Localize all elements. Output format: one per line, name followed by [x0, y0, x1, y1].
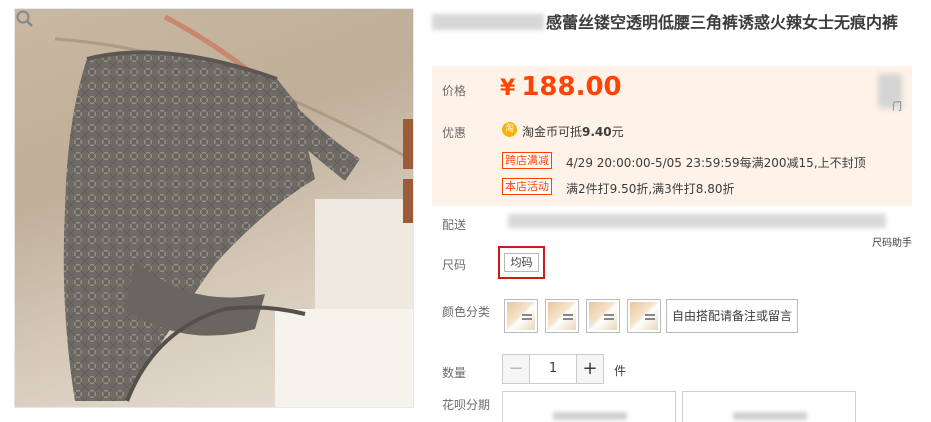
price-promo-box: 价格 ¥188.00 门 优惠 淘 淘金币可抵9.40元 跨店满减 4/29 2… — [432, 66, 912, 206]
product-main-image — [14, 8, 414, 408]
coin-offer-unit: 元 — [611, 125, 624, 139]
swatch-image — [589, 302, 617, 330]
coin-offer-text: 淘金币可抵9.40元 — [522, 123, 624, 140]
color-swatch[interactable] — [627, 299, 661, 333]
installment-redacted — [733, 412, 807, 420]
size-helper-link[interactable]: 尺码助手 — [872, 234, 912, 249]
currency-symbol: ¥ — [500, 76, 516, 101]
title-redacted-block — [432, 14, 544, 30]
quantity-label: 数量 — [442, 366, 467, 380]
color-label: 颜色分类 — [442, 305, 491, 319]
color-swatch[interactable] — [545, 299, 579, 333]
store-event-text: 满2件打9.50折,满3件打8.80折 — [566, 182, 735, 196]
promo-label: 优惠 — [442, 126, 467, 140]
zoom-icon[interactable] — [15, 9, 35, 29]
shipping-redacted — [508, 214, 886, 228]
quantity-decrease-button[interactable]: − — [502, 354, 530, 384]
swatch-image — [630, 302, 658, 330]
size-label: 尺码 — [442, 258, 467, 272]
installment-option[interactable] — [502, 391, 676, 422]
color-option-custom-combo[interactable]: 自由搭配请备注或留言 — [666, 299, 799, 333]
shipping-label: 配送 — [442, 218, 467, 232]
side-char: 门 — [892, 102, 902, 113]
product-photo-illustration — [54, 14, 413, 407]
price-value: ¥188.00 — [500, 72, 622, 102]
product-title-text: 感蕾丝镂空透明低腰三角裤诱惑火辣女士无痕内裤 — [546, 13, 899, 32]
size-option-selected[interactable]: 均码 — [498, 246, 545, 279]
taojinbi-coin-icon: 淘 — [502, 122, 517, 137]
price-label: 价格 — [442, 84, 467, 98]
color-swatch[interactable] — [504, 299, 538, 333]
size-option-label: 均码 — [504, 253, 539, 272]
color-swatch[interactable] — [586, 299, 620, 333]
store-event-tag: 本店活动 — [502, 178, 552, 195]
installment-label: 花呗分期 — [442, 398, 491, 412]
price-amount: 188.00 — [521, 72, 622, 102]
swatch-image — [507, 302, 535, 330]
quantity-unit: 件 — [614, 364, 627, 378]
product-title: 感蕾丝镂空透明低腰三角裤诱惑火辣女士无痕内裤 — [432, 11, 912, 35]
installment-redacted — [553, 412, 627, 420]
cross-store-discount-tag: 跨店满减 — [502, 152, 552, 169]
quantity-stepper: − 1 + — [502, 354, 604, 384]
swatch-image — [548, 302, 576, 330]
coin-offer-label: 淘金币可抵 — [522, 125, 583, 139]
coin-offer-amount: 9.40 — [582, 125, 612, 139]
quantity-increase-button[interactable]: + — [576, 354, 604, 384]
cross-store-discount-text: 4/29 20:00:00-5/05 23:59:59每满200减15,上不封顶 — [566, 156, 866, 170]
quantity-input[interactable]: 1 — [530, 354, 576, 384]
installment-option[interactable] — [682, 391, 856, 422]
